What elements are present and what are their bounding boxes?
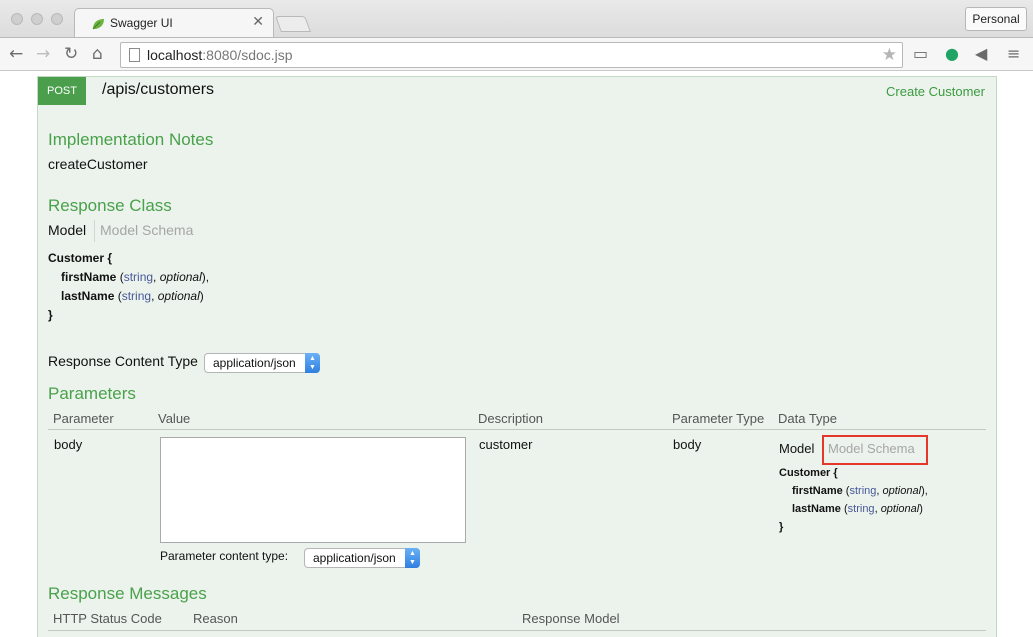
model-name: Customer {	[48, 251, 113, 265]
page-icon	[129, 48, 140, 62]
menu-icon[interactable]: ≡	[1007, 43, 1020, 65]
cast-icon[interactable]: ▭	[913, 43, 928, 65]
browser-title-bar: Swagger UI ✕ Personal	[0, 0, 1033, 38]
select-arrows-icon: ▲ ▼	[405, 548, 420, 568]
home-icon[interactable]: ⌂	[92, 44, 103, 64]
param-header-parameter-type: Parameter Type	[672, 411, 765, 426]
data-type-model-tab[interactable]: Model	[779, 441, 814, 456]
leaf-favicon-icon	[92, 19, 104, 30]
close-window-button[interactable]	[11, 13, 23, 25]
param-header-parameter: Parameter	[53, 411, 114, 426]
response-messages-heading: Response Messages	[48, 584, 207, 603]
operation-path[interactable]: /apis/customers	[102, 81, 214, 99]
forward-arrow-icon[interactable]: →	[36, 44, 50, 64]
body-value-textarea[interactable]	[160, 437, 466, 543]
model-close: }	[48, 308, 53, 322]
url-text: localhost:8080/sdoc.jsp	[147, 47, 293, 63]
response-class-heading: Response Class	[48, 196, 172, 215]
param-content-type-label: Parameter content type:	[160, 549, 289, 563]
model-schema-tab[interactable]: Model Schema	[100, 222, 193, 238]
close-tab-icon[interactable]: ✕	[252, 14, 264, 30]
param-header-rule	[48, 429, 986, 430]
response-model-signature: Customer { firstName (string, optional),…	[48, 249, 209, 325]
browser-toolbar: ← → ↻ ⌂ localhost:8080/sdoc.jsp ★ ▭ ● ◀ …	[0, 37, 1033, 71]
param-header-data-type: Data Type	[778, 411, 838, 426]
response-content-type-select[interactable]: application/json ▲ ▼	[204, 353, 320, 373]
back-arrow-icon[interactable]: ←	[9, 44, 23, 64]
param-description: customer	[479, 437, 533, 452]
model-field: lastName (string, optional)	[61, 289, 204, 303]
profile-button[interactable]: Personal	[965, 7, 1027, 31]
address-bar[interactable]: localhost:8080/sdoc.jsp ★	[120, 42, 903, 68]
operation-header[interactable]: POST /apis/customers Create Customer	[38, 77, 996, 105]
response-content-type-label: Response Content Type	[48, 353, 198, 369]
param-name: body	[54, 437, 83, 452]
browser-tab[interactable]: Swagger UI ✕	[74, 8, 274, 38]
highlight-box	[822, 435, 928, 465]
model-tab[interactable]: Model	[48, 222, 86, 238]
reload-icon[interactable]: ↻	[64, 44, 78, 64]
bookmark-star-icon[interactable]: ★	[882, 45, 897, 65]
implementation-notes-heading: Implementation Notes	[48, 130, 214, 149]
param-header-description: Description	[478, 411, 544, 426]
operation-panel: POST /apis/customers Create Customer Imp…	[37, 76, 997, 637]
zoom-window-button[interactable]	[51, 13, 63, 25]
param-model-signature: Customer { firstName (string, optional),…	[779, 467, 928, 533]
model-field: firstName (string, optional),	[792, 485, 928, 497]
response-header-rule	[48, 630, 986, 631]
param-content-type-select[interactable]: application/json ▲ ▼	[304, 548, 420, 568]
tab-divider	[94, 220, 95, 242]
param-type: body	[673, 437, 702, 452]
hangouts-icon[interactable]: ●	[945, 43, 959, 65]
parameters-heading: Parameters	[48, 384, 136, 403]
minimize-window-button[interactable]	[31, 13, 43, 25]
response-header-reason: Reason	[193, 611, 238, 626]
speaker-extension-icon[interactable]: ◀	[975, 43, 987, 65]
param-header-value: Value	[158, 411, 191, 426]
response-header-status-code: HTTP Status Code	[53, 611, 162, 626]
new-tab-button[interactable]	[275, 16, 311, 32]
model-field: lastName (string, optional)	[792, 503, 923, 515]
tab-title: Swagger UI	[110, 16, 173, 30]
select-arrows-icon: ▲ ▼	[305, 353, 320, 373]
http-method-badge[interactable]: POST	[38, 77, 86, 105]
operation-summary-link[interactable]: Create Customer	[886, 84, 985, 99]
response-header-model: Response Model	[522, 611, 620, 626]
implementation-notes-text: createCustomer	[48, 156, 148, 172]
model-field: firstName (string, optional),	[61, 270, 210, 284]
page: POST /apis/customers Create Customer Imp…	[0, 72, 1033, 637]
